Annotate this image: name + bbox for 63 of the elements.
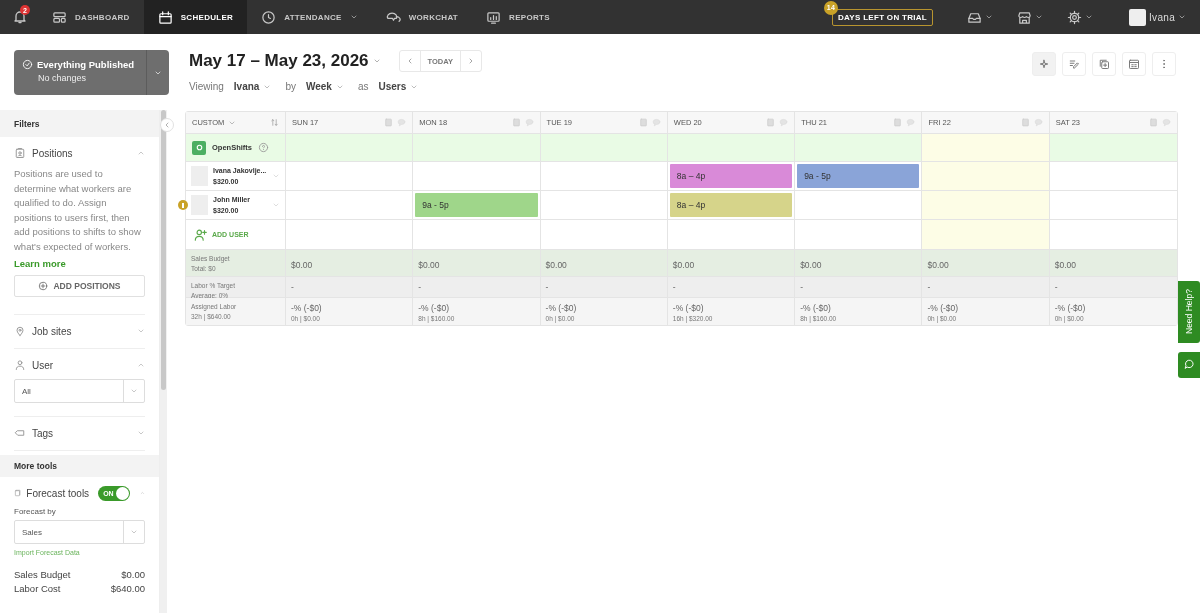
shift-block[interactable]: 9a - 5p [797,164,920,188]
summary-value: $0.00 [672,259,696,271]
summary-label: Sales Budget [14,568,71,582]
shift-block[interactable]: 8a – 4p [669,193,793,217]
view-dropdown[interactable]: Users [378,81,407,92]
summary-value: - [1054,281,1059,293]
user-select[interactable]: All [14,379,145,403]
publish-status: Everything Published [37,59,135,70]
section-header: More tools [0,455,159,477]
forecast-select[interactable]: Sales [14,520,145,544]
help-tab[interactable]: Need Help? [1178,281,1200,343]
filter-title: User [32,359,55,371]
filter-section-toggle[interactable]: Tags [14,423,145,443]
nav-tab[interactable]: REPORTS [472,0,564,34]
summary-value: $0.00 [291,259,314,271]
nav-tab[interactable]: WORKCHAT [371,0,473,34]
field-label: Forecast by [14,507,57,516]
view-label: as [357,81,369,92]
summary-value: - [927,281,932,293]
summary-value: -% (-$0) [800,302,832,314]
view-label: Viewing [189,81,224,92]
help-text: Positions are used to determine what workers are qualified to do. Assign positions to users first, then add positions to shifts to show what's expected of workers. [14,167,142,254]
filter-section-toggle[interactable]: Positions [14,143,145,163]
filter-title: Job sites [32,325,73,337]
summary-value: -% (-$0) [545,302,578,314]
summary-value: - [418,281,423,293]
summary-value: $0.00 [800,259,823,271]
shift-block[interactable]: 9a - 5p [415,193,538,217]
summary-value: -% (-$0) [291,302,323,314]
summary-value: - [291,281,295,293]
summary-value: $0.00 [418,259,441,271]
summary-value: - [800,281,804,293]
view-label: by [285,81,296,92]
user-menu[interactable]: Ivana [1149,11,1175,23]
nav-tab[interactable]: DASHBOARD [38,0,144,34]
filter-section-toggle[interactable]: User [14,355,145,375]
summary-value: $0.00 [927,259,950,271]
summary-value: -% (-$0) [672,302,705,314]
learn-more-link[interactable]: Learn more [14,258,66,269]
filter-section-toggle[interactable]: Job sites [14,321,145,341]
forecast-tools-title: Forecast tools [26,487,90,499]
publish-button[interactable]: Everything Published No changes [14,50,169,95]
summary-value: - [545,281,550,293]
date-range-title[interactable]: May 17 – May 23, 2026 [189,51,369,71]
section-header: Filters [0,110,159,137]
summary-label: Labor Cost [14,582,61,596]
nav-tab[interactable]: SCHEDULER [143,0,248,34]
summary-value: $0.00 [121,568,145,582]
summary-value: $0.00 [1054,259,1077,271]
shift-block[interactable]: 8a – 4p [669,164,793,188]
summary-value: -% (-$0) [418,302,450,314]
view-dropdown[interactable]: Ivana [233,81,260,92]
filter-title: Tags [32,427,55,439]
filter-title: Positions [32,147,74,159]
nav-tab[interactable]: ATTENDANCE [247,0,372,34]
publish-subtitle: No changes [38,73,88,83]
summary-value: $0.00 [545,259,568,271]
add-positions-button[interactable]: ADD POSITIONS [14,275,145,297]
view-dropdown[interactable]: Week [306,81,332,92]
summary-value: - [672,281,677,293]
summary-value: -% (-$0) [927,302,960,314]
summary-value: -% (-$0) [1054,302,1087,314]
summary-value: $640.00 [110,582,145,596]
